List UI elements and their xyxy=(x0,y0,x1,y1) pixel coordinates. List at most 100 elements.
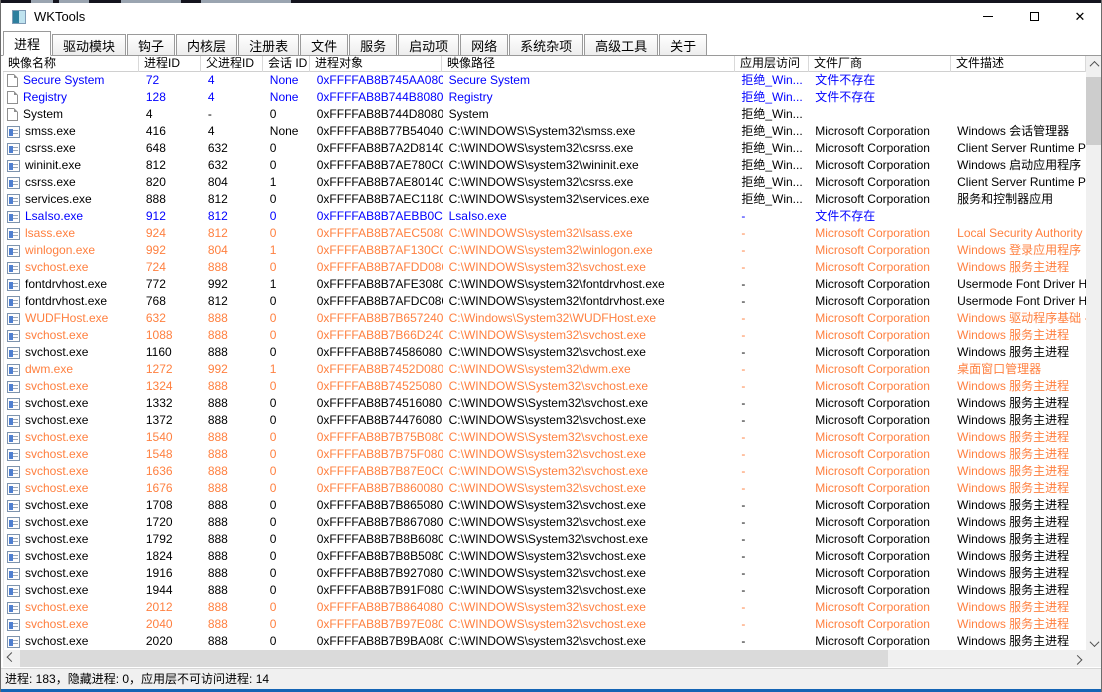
tab-bar: 进程驱动模块钩子内核层注册表文件服务启动项网络系统杂项高级工具关于 xyxy=(1,30,1102,56)
tab-驱动模块[interactable]: 驱动模块 xyxy=(52,34,126,55)
tab-高级工具[interactable]: 高级工具 xyxy=(584,34,658,55)
maximize-button[interactable] xyxy=(1011,3,1057,30)
table-row[interactable]: svchost.exe72488800xFFFFAB8B7AFDD080C:\W… xyxy=(4,259,1086,276)
table-row[interactable]: winlogon.exe99280410xFFFFAB8B7AF130C0C:\… xyxy=(4,242,1086,259)
cell-access: 拒绝_Win... xyxy=(735,89,809,106)
cell-vendor: 文件不存在 xyxy=(809,208,951,225)
cell-pid: 632 xyxy=(140,310,202,327)
application-icon xyxy=(7,636,20,648)
table-row[interactable]: wininit.exe81263200xFFFFAB8B7AE780C0C:\W… xyxy=(4,157,1086,174)
table-row[interactable]: svchost.exe133288800xFFFFAB8B74516080C:\… xyxy=(4,395,1086,412)
table-row[interactable]: LsaIso.exe91281200xFFFFAB8B7AEBB0C0LsaIs… xyxy=(4,208,1086,225)
column-header-9[interactable]: 文件描述 xyxy=(951,56,1086,72)
tab-服务[interactable]: 服务 xyxy=(349,34,397,55)
cell-path: C:\WINDOWS\System32\svchost.exe xyxy=(443,531,736,548)
table-row[interactable]: System4-00xFFFFAB8B744D8080System拒绝_Win.… xyxy=(4,106,1086,123)
titlebar[interactable]: WKTools ✕ xyxy=(1,3,1102,30)
table-row[interactable]: svchost.exe191688800xFFFFAB8B7B927080C:\… xyxy=(4,565,1086,582)
cell-name: wininit.exe xyxy=(4,157,140,174)
cell-path: Registry xyxy=(443,89,736,106)
app-icon xyxy=(12,10,26,24)
cell-session: 1 xyxy=(264,174,311,191)
table-row[interactable]: dwm.exe127299210xFFFFAB8B7452D080C:\WIND… xyxy=(4,361,1086,378)
table-row[interactable]: lsass.exe92481200xFFFFAB8B7AEC5080C:\WIN… xyxy=(4,225,1086,242)
tab-系统杂项[interactable]: 系统杂项 xyxy=(509,34,583,55)
table-row[interactable]: smss.exe4164None0xFFFFAB8B77B54040C:\WIN… xyxy=(4,123,1086,140)
cell-name: dwm.exe xyxy=(4,361,140,378)
table-row[interactable]: svchost.exe132488800xFFFFAB8B74525080C:\… xyxy=(4,378,1086,395)
table-row[interactable]: fontdrvhost.exe76881200xFFFFAB8B7AFDC080… xyxy=(4,293,1086,310)
vertical-scrollbar[interactable] xyxy=(1086,56,1102,652)
table-row[interactable]: Registry1284None0xFFFFAB8B744B8080Regist… xyxy=(4,89,1086,106)
cell-object: 0xFFFFAB8B7AEC5080 xyxy=(311,225,443,242)
cell-path: C:\WINDOWS\system32\svchost.exe xyxy=(443,582,736,599)
vertical-scroll-thumb[interactable] xyxy=(1086,77,1102,145)
table-row[interactable]: svchost.exe163688800xFFFFAB8B7B87E0C0C:\… xyxy=(4,463,1086,480)
table-row[interactable]: svchost.exe182488800xFFFFAB8B7B8B5080C:\… xyxy=(4,548,1086,565)
table-row[interactable]: csrss.exe64863200xFFFFAB8B7A2D8140C:\WIN… xyxy=(4,140,1086,157)
cell-pid: 1792 xyxy=(140,531,202,548)
table-row[interactable]: csrss.exe82080410xFFFFAB8B7AE80140C:\WIN… xyxy=(4,174,1086,191)
cell-ppid: 888 xyxy=(202,412,264,429)
column-header-6[interactable]: 映像路径 xyxy=(442,56,735,72)
cell-session: 0 xyxy=(264,378,311,395)
column-header-7[interactable]: 应用层访问 xyxy=(735,56,809,72)
table-row[interactable]: svchost.exe170888800xFFFFAB8B7B865080C:\… xyxy=(4,497,1086,514)
scroll-up-button[interactable] xyxy=(1086,56,1102,73)
table-row[interactable]: svchost.exe172088800xFFFFAB8B7B867080C:\… xyxy=(4,514,1086,531)
cell-name: csrss.exe xyxy=(4,174,140,191)
table-row[interactable]: svchost.exe108888800xFFFFAB8B7B66D240C:\… xyxy=(4,327,1086,344)
cell-session: 0 xyxy=(264,191,311,208)
column-header-4[interactable]: 会话 ID xyxy=(263,56,310,72)
table-row[interactable]: svchost.exe154888800xFFFFAB8B7B75F080C:\… xyxy=(4,446,1086,463)
table-row[interactable]: svchost.exe194488800xFFFFAB8B7B91F080C:\… xyxy=(4,582,1086,599)
column-header-8[interactable]: 文件厂商 xyxy=(809,56,951,72)
table-row[interactable]: svchost.exe137288800xFFFFAB8B74476080C:\… xyxy=(4,412,1086,429)
horizontal-scrollbar[interactable] xyxy=(3,650,1086,667)
tab-内核层[interactable]: 内核层 xyxy=(176,34,237,55)
process-name: fontdrvhost.exe xyxy=(25,293,107,310)
column-header-5[interactable]: 进程对象 xyxy=(310,56,442,72)
column-header-1[interactable]: 映像名称 xyxy=(3,56,139,72)
cell-desc: Windows 会话管理器 xyxy=(951,123,1086,140)
tab-启动项[interactable]: 启动项 xyxy=(398,34,459,55)
process-name: svchost.exe xyxy=(25,599,88,616)
table-row[interactable]: svchost.exe179288800xFFFFAB8B7B8B6080C:\… xyxy=(4,531,1086,548)
table-row[interactable]: svchost.exe202088800xFFFFAB8B7B9BA080C:\… xyxy=(4,633,1086,650)
tab-进程[interactable]: 进程 xyxy=(3,31,51,56)
tab-网络[interactable]: 网络 xyxy=(460,34,508,55)
tab-文件[interactable]: 文件 xyxy=(300,34,348,55)
table-row[interactable]: svchost.exe116088800xFFFFAB8B74586080C:\… xyxy=(4,344,1086,361)
tab-关于[interactable]: 关于 xyxy=(659,34,707,55)
horizontal-scroll-thumb[interactable] xyxy=(20,650,888,667)
column-header-2[interactable]: 进程ID xyxy=(139,56,201,72)
table-row[interactable]: svchost.exe201288800xFFFFAB8B7B864080C:\… xyxy=(4,599,1086,616)
table-row[interactable]: WUDFHost.exe63288800xFFFFAB8B7B657240C:\… xyxy=(4,310,1086,327)
cell-session: 0 xyxy=(264,514,311,531)
table-row[interactable]: Secure System724None0xFFFFAB8B745AA080Se… xyxy=(4,72,1086,89)
cell-object: 0xFFFFAB8B7A2D8140 xyxy=(311,140,443,157)
tab-钩子[interactable]: 钩子 xyxy=(127,34,175,55)
cell-path: C:\WINDOWS\system32\fontdrvhost.exe xyxy=(443,276,736,293)
status-text: 进程: 183，隐藏进程: 0，应用层不可访问进程: 14 xyxy=(5,672,269,686)
cell-object: 0xFFFFAB8B7AFE3080 xyxy=(311,276,443,293)
process-name: svchost.exe xyxy=(25,582,88,599)
cell-name: svchost.exe xyxy=(4,429,140,446)
scroll-left-button[interactable] xyxy=(3,650,20,667)
cell-path: C:\WINDOWS\system32\services.exe xyxy=(443,191,736,208)
table-row[interactable]: svchost.exe154088800xFFFFAB8B7B75B080C:\… xyxy=(4,429,1086,446)
cell-vendor: Microsoft Corporation xyxy=(809,395,951,412)
close-button[interactable]: ✕ xyxy=(1057,3,1102,30)
column-header-3[interactable]: 父进程ID xyxy=(201,56,263,72)
table-row[interactable]: svchost.exe204088800xFFFFAB8B7B97E080C:\… xyxy=(4,616,1086,633)
cell-pid: 820 xyxy=(140,174,202,191)
cell-desc: 服务和控制器应用 xyxy=(951,191,1086,208)
minimize-button[interactable] xyxy=(965,3,1011,30)
table-row[interactable]: fontdrvhost.exe77299210xFFFFAB8B7AFE3080… xyxy=(4,276,1086,293)
cell-object: 0xFFFFAB8B7B657240 xyxy=(311,310,443,327)
cell-pid: 724 xyxy=(140,259,202,276)
scroll-right-button[interactable] xyxy=(1069,650,1086,667)
table-row[interactable]: svchost.exe167688800xFFFFAB8B7B860080C:\… xyxy=(4,480,1086,497)
tab-注册表[interactable]: 注册表 xyxy=(238,34,299,55)
table-row[interactable]: services.exe88881200xFFFFAB8B7AEC1180C:\… xyxy=(4,191,1086,208)
